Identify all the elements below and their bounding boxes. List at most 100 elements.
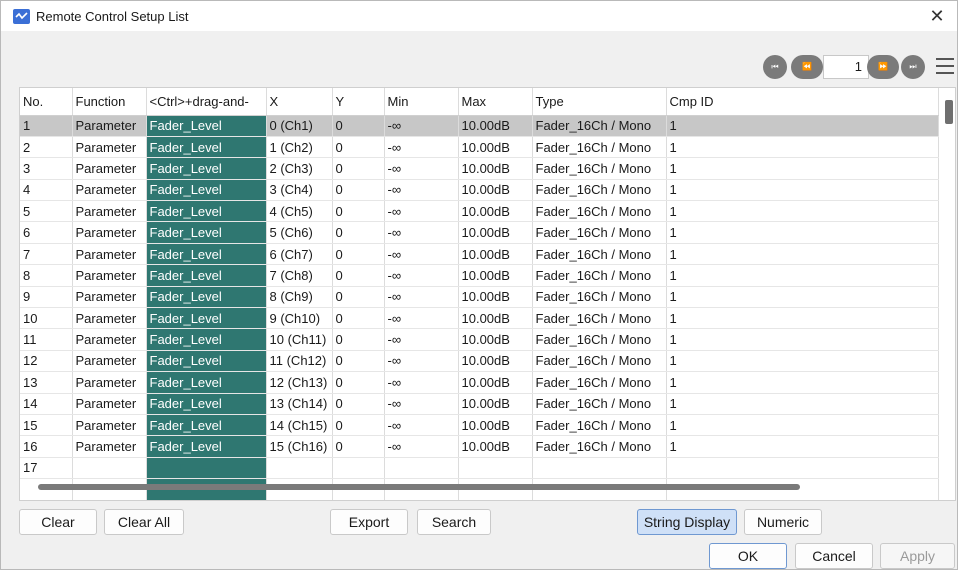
cell-max[interactable]: 10.00dB [458, 221, 533, 244]
cell-cmp-id[interactable]: 1 [666, 414, 939, 437]
cell-y[interactable]: 0 [332, 414, 385, 437]
cell-max[interactable]: 10.00dB [458, 157, 533, 180]
last-page-icon[interactable]: ⏭ [901, 55, 925, 79]
cell-min[interactable]: -∞ [384, 435, 459, 458]
table-row[interactable]: 3 Parameter Fader_Level 2 (Ch3) 0 -∞ 10.00dB Fa… [20, 157, 939, 180]
cell-name[interactable]: Fader_Level [146, 307, 267, 330]
page-number-field[interactable]: 1 [823, 55, 869, 79]
cell-name[interactable]: Fader_Level [146, 435, 267, 458]
cell-min[interactable]: -∞ [384, 243, 459, 266]
table-row[interactable]: 4 Parameter Fader_Level 3 (Ch4) 0 -∞ 10.00dB Fa… [20, 179, 939, 202]
cell-max[interactable]: 10.00dB [458, 307, 533, 330]
column-header-x[interactable]: X [266, 88, 333, 116]
cell-max[interactable] [458, 457, 533, 480]
cell-min[interactable]: -∞ [384, 179, 459, 202]
cell-x[interactable]: 4 (Ch5) [266, 200, 333, 223]
column-header-y[interactable]: Y [332, 88, 385, 116]
cell-y[interactable]: 0 [332, 307, 385, 330]
cell-no[interactable]: 5 [20, 200, 73, 223]
cell-min[interactable]: -∞ [384, 350, 459, 373]
cell-min[interactable]: -∞ [384, 157, 459, 180]
cell-x[interactable]: 8 (Ch9) [266, 286, 333, 309]
table-row[interactable]: 11 Parameter Fader_Level 10 (Ch11) 0 -∞ 10.00d… [20, 328, 939, 351]
cell-name[interactable]: Fader_Level [146, 157, 267, 180]
cell-function[interactable]: Parameter [72, 157, 147, 180]
cell-type[interactable]: Fader_16Ch / Mono [532, 414, 667, 437]
cell-cmp-id[interactable]: 1 [666, 264, 939, 287]
cell-y[interactable]: 0 [332, 264, 385, 287]
cell-function[interactable]: Parameter [72, 328, 147, 351]
cell-max[interactable]: 10.00dB [458, 200, 533, 223]
cell-x[interactable]: 1 (Ch2) [266, 136, 333, 159]
cell-max[interactable]: 10.00dB [458, 350, 533, 373]
numeric-toggle[interactable]: Numeric [744, 509, 822, 535]
cell-no[interactable]: 10 [20, 307, 73, 330]
cell-type[interactable] [532, 457, 667, 480]
cell-type[interactable]: Fader_16Ch / Mono [532, 264, 667, 287]
cell-x[interactable]: 5 (Ch6) [266, 221, 333, 244]
cell-y[interactable]: 0 [332, 435, 385, 458]
cell-function[interactable]: Parameter [72, 371, 147, 394]
cell-max[interactable]: 10.00dB [458, 393, 533, 415]
cell-type[interactable]: Fader_16Ch / Mono [532, 371, 667, 394]
cell-name[interactable]: Fader_Level [146, 414, 267, 437]
cell-max[interactable]: 10.00dB [458, 328, 533, 351]
cell-type[interactable]: Fader_16Ch / Mono [532, 393, 667, 415]
cell-max[interactable]: 10.00dB [458, 136, 533, 159]
cell-no[interactable]: 15 [20, 414, 73, 437]
horizontal-scrollbar-thumb[interactable] [38, 484, 800, 490]
ok-button[interactable]: OK [709, 543, 787, 569]
cell-no[interactable]: 3 [20, 157, 73, 180]
cell-type[interactable]: Fader_16Ch / Mono [532, 243, 667, 266]
cell-min[interactable] [384, 457, 459, 480]
column-header-cmp-id[interactable]: Cmp ID [666, 88, 939, 116]
cell-name[interactable]: Fader_Level [146, 136, 267, 159]
cell-no[interactable]: 12 [20, 350, 73, 373]
table-row[interactable]: 12 Parameter Fader_Level 11 (Ch12) 0 -∞ 10.00d… [20, 350, 939, 373]
export-button[interactable]: Export [330, 509, 408, 535]
cell-name[interactable]: Fader_Level [146, 243, 267, 266]
cell-function[interactable]: Parameter [72, 264, 147, 287]
cell-no[interactable]: 16 [20, 435, 73, 458]
cell-no[interactable]: 17 [20, 457, 73, 480]
cell-no[interactable]: 9 [20, 286, 73, 309]
cell-y[interactable]: 0 [332, 286, 385, 309]
cell-name[interactable]: Fader_Level [146, 328, 267, 351]
cell-cmp-id[interactable]: 1 [666, 350, 939, 373]
cell-x[interactable]: 9 (Ch10) [266, 307, 333, 330]
cell-name[interactable] [146, 457, 267, 480]
column-header-max[interactable]: Max [458, 88, 533, 116]
cell-y[interactable]: 0 [332, 157, 385, 180]
cell-cmp-id[interactable]: 1 [666, 136, 939, 159]
cell-cmp-id[interactable]: 1 [666, 221, 939, 244]
table-row[interactable]: 7 Parameter Fader_Level 6 (Ch7) 0 -∞ 10.00dB Fa… [20, 243, 939, 266]
column-header-no[interactable]: No. [20, 88, 73, 116]
cell-y[interactable]: 0 [332, 328, 385, 351]
cell-no[interactable]: 6 [20, 221, 73, 244]
cell-no[interactable]: 14 [20, 393, 73, 415]
cell-type[interactable]: Fader_16Ch / Mono [532, 286, 667, 309]
cell-min[interactable]: -∞ [384, 371, 459, 394]
cell-x[interactable]: 14 (Ch15) [266, 414, 333, 437]
cell-type[interactable]: Fader_16Ch / Mono [532, 157, 667, 180]
cell-min[interactable]: -∞ [384, 115, 459, 137]
cell-y[interactable]: 0 [332, 221, 385, 244]
cell-type[interactable]: Fader_16Ch / Mono [532, 328, 667, 351]
table-row[interactable]: 16 Parameter Fader_Level 15 (Ch16) 0 -∞ 10.00d… [20, 435, 939, 458]
apply-button[interactable]: Apply [880, 543, 955, 569]
cell-min[interactable]: -∞ [384, 200, 459, 223]
cell-type[interactable]: Fader_16Ch / Mono [532, 115, 667, 137]
cell-type[interactable]: Fader_16Ch / Mono [532, 200, 667, 223]
cell-type[interactable]: Fader_16Ch / Mono [532, 307, 667, 330]
cell-max[interactable]: 10.00dB [458, 179, 533, 202]
cell-min[interactable]: -∞ [384, 221, 459, 244]
cell-min[interactable]: -∞ [384, 307, 459, 330]
cell-function[interactable]: Parameter [72, 221, 147, 244]
cell-function[interactable] [72, 457, 147, 480]
cell-cmp-id[interactable]: 1 [666, 328, 939, 351]
string-display-toggle[interactable]: String Display [637, 509, 737, 535]
cell-x[interactable] [266, 457, 333, 480]
cell-max[interactable]: 10.00dB [458, 371, 533, 394]
cell-y[interactable]: 0 [332, 371, 385, 394]
cell-x[interactable]: 6 (Ch7) [266, 243, 333, 266]
